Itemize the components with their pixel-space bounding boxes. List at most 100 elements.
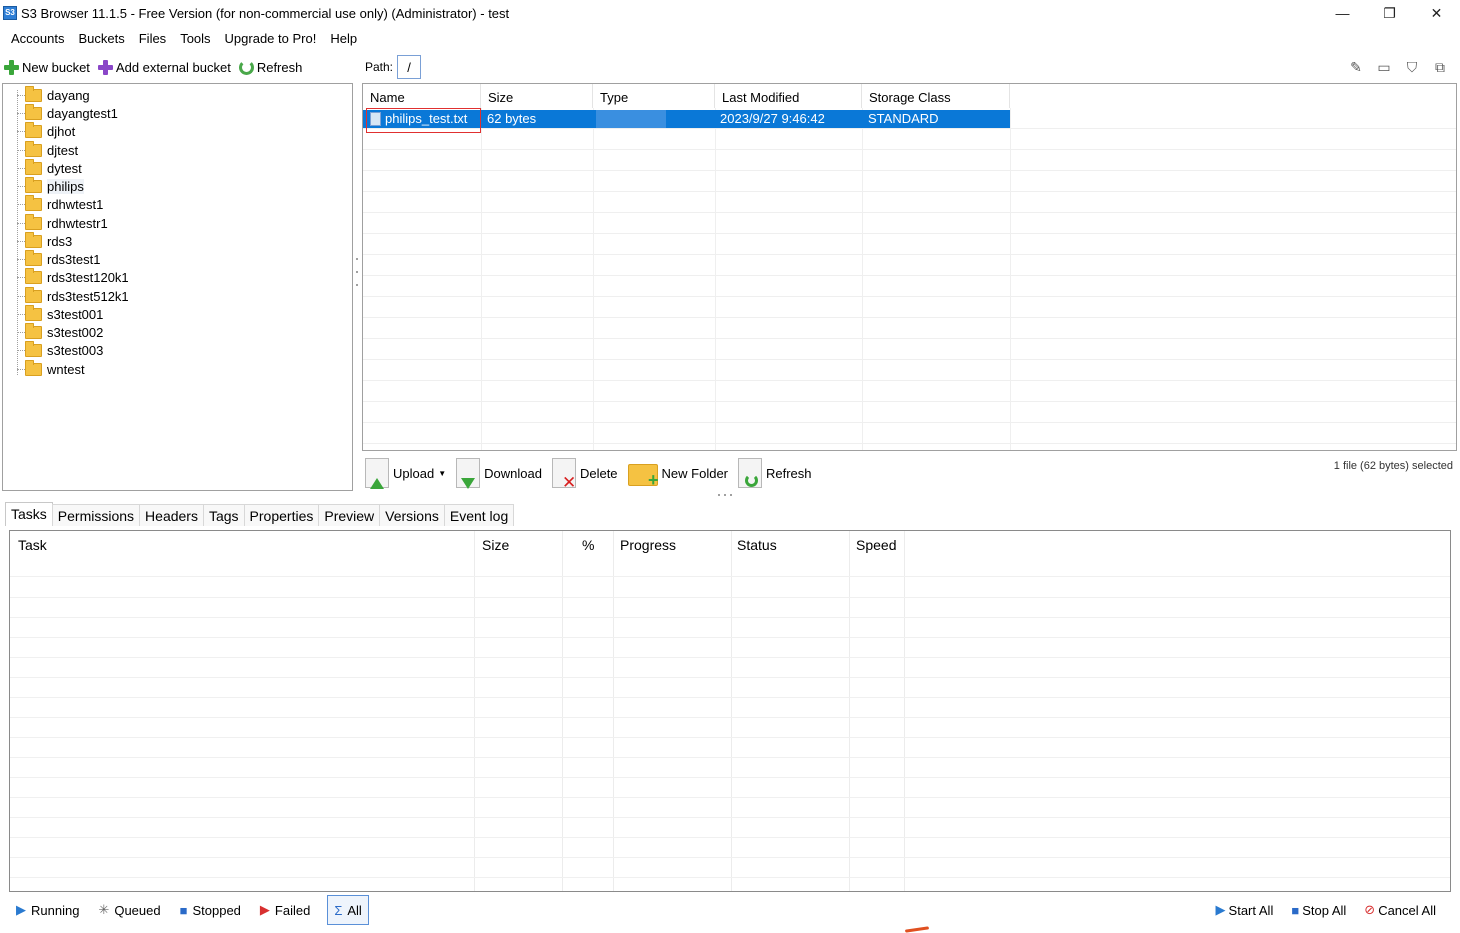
bucket-label: rdhwtestr1 (47, 215, 108, 231)
tab-permissions[interactable]: Permissions (51, 504, 141, 526)
tree-item-rdhwtestr1[interactable]: rdhwtestr1 (17, 213, 108, 232)
tree-item-dayang[interactable]: dayang (17, 85, 90, 104)
new-folder-button[interactable]: New Folder (627, 460, 728, 491)
folder-icon (25, 340, 42, 357)
new-folder-icon (627, 464, 659, 491)
filter-queued[interactable]: ✳ Queued (95, 895, 163, 925)
filter-all[interactable]: Σ All (327, 895, 369, 925)
tab-tags[interactable]: Tags (202, 504, 245, 526)
column-progress[interactable]: Progress (612, 531, 730, 557)
task-list: Task Size % Progress Status Speed (9, 530, 1451, 892)
column-last-modified[interactable]: Last Modified (715, 84, 862, 108)
tab-headers[interactable]: Headers (139, 504, 204, 526)
tree-item-s3test002[interactable]: s3test002 (17, 322, 103, 341)
folder-icon (25, 267, 42, 284)
tree-item-rds3[interactable]: rds3 (17, 231, 72, 250)
folder-icon (25, 85, 42, 102)
menu-tools[interactable]: Tools (173, 31, 217, 46)
menu-buckets[interactable]: Buckets (71, 31, 131, 46)
folder-icon (25, 103, 42, 120)
delete-button[interactable]: ✕ Delete (551, 458, 618, 491)
tree-item-djhot[interactable]: djhot (17, 121, 75, 140)
refresh-files-button[interactable]: Refresh (738, 458, 812, 488)
refresh-label: Refresh (256, 59, 303, 75)
upload-icon (365, 458, 389, 489)
highlight-box (366, 108, 481, 133)
bucket-label: philips (47, 178, 84, 194)
filter-failed[interactable]: ▶ Failed (257, 895, 313, 925)
window-title: S3 Browser 11.1.5 - Free Version (for no… (21, 5, 510, 21)
start-all-icon: ▶ (1215, 902, 1226, 917)
filter-stopped[interactable]: ■ Stopped (177, 895, 244, 925)
task-status-bar: ▶ Running ✳ Queued ■ Stopped ▶ Failed Σ … (0, 893, 1460, 927)
annotation-mark (904, 926, 930, 933)
filter-stopped-label: Stopped (192, 902, 241, 918)
column-task[interactable]: Task (10, 531, 474, 557)
menu-upgrade[interactable]: Upgrade to Pro! (218, 31, 324, 46)
column-status[interactable]: Status (729, 531, 848, 557)
refresh-buckets-button[interactable]: Refresh (238, 59, 303, 75)
tab-event-log[interactable]: Event log (443, 504, 515, 526)
column-type[interactable]: Type (593, 84, 715, 108)
start-all-button[interactable]: ▶ Start All (1216, 902, 1274, 918)
tree-item-s3test003[interactable]: s3test003 (17, 340, 103, 359)
folder-icon (25, 194, 42, 211)
folder-icon (25, 213, 42, 230)
stop-all-button[interactable]: ■ Stop All (1291, 903, 1346, 918)
column-size[interactable]: Size (481, 84, 593, 108)
path-input[interactable]: / (397, 55, 422, 79)
tree-item-dytest[interactable]: dytest (17, 158, 82, 177)
folder-icon (25, 231, 42, 248)
column-speed[interactable]: Speed (848, 531, 905, 557)
tree-item-wntest[interactable]: wntest (17, 359, 85, 378)
edit-icon[interactable]: ✎ (1346, 57, 1366, 77)
download-button[interactable]: Download (456, 458, 542, 489)
cancel-all-button[interactable]: ⊘ Cancel All (1364, 902, 1436, 918)
restore-button[interactable]: ❐ (1366, 0, 1413, 26)
add-external-bucket-button[interactable]: Add external bucket (97, 59, 231, 75)
column-name[interactable]: Name (363, 84, 481, 108)
path-bar: Path: / (365, 55, 422, 79)
tree-item-rds3test120k1[interactable]: rds3test120k1 (17, 267, 129, 286)
tree-item-rds3test1[interactable]: rds3test1 (17, 249, 100, 268)
tree-item-rdhwtest1[interactable]: rdhwtest1 (17, 194, 103, 213)
menu-files[interactable]: Files (132, 31, 173, 46)
minimize-button[interactable]: — (1319, 0, 1366, 26)
folder-icon (25, 304, 42, 321)
tab-properties[interactable]: Properties (243, 504, 320, 526)
play-icon: ▶ (16, 902, 26, 917)
window-icon[interactable]: ▭ (1374, 57, 1394, 77)
close-button[interactable]: ✕ (1413, 0, 1460, 26)
column-storage-class[interactable]: Storage Class (862, 84, 1010, 108)
folder-icon (25, 286, 42, 303)
detail-tabs: Tasks Permissions Headers Tags Propertie… (5, 502, 515, 526)
menu-accounts[interactable]: Accounts (4, 31, 71, 46)
filter-failed-label: Failed (274, 902, 311, 918)
new-bucket-button[interactable]: New bucket (4, 59, 90, 75)
tab-versions[interactable]: Versions (379, 504, 445, 526)
filter-icon[interactable]: ⛉ (1402, 57, 1422, 77)
tree-item-philips[interactable]: philips (17, 176, 84, 195)
copy-icon[interactable]: ⧉ (1430, 57, 1450, 77)
delete-icon: ✕ (551, 458, 576, 491)
plus-icon (4, 59, 19, 75)
tree-item-s3test001[interactable]: s3test001 (17, 304, 103, 323)
tree-item-djtest[interactable]: djtest (17, 140, 78, 159)
add-external-bucket-label: Add external bucket (115, 59, 231, 75)
tab-tasks[interactable]: Tasks (5, 502, 53, 526)
tab-preview[interactable]: Preview (318, 504, 381, 526)
file-list-header: Name Size Type Last Modified Storage Cla… (363, 84, 1456, 108)
folder-icon (25, 249, 42, 266)
bucket-toolbar: New bucket Add external bucket Refresh (0, 55, 310, 79)
dropdown-caret-icon[interactable]: ▼ (438, 469, 446, 478)
tree-item-rds3test512k1[interactable]: rds3test512k1 (17, 286, 129, 305)
upload-button[interactable]: Upload ▼ (365, 458, 446, 489)
horizontal-splitter[interactable] (718, 494, 736, 496)
filter-running-label: Running (31, 902, 80, 918)
tree-item-dayangtest1[interactable]: dayangtest1 (17, 103, 118, 122)
filter-running[interactable]: ▶ Running (13, 895, 82, 925)
vertical-splitter[interactable] (355, 258, 358, 286)
column-task-size[interactable]: Size (474, 531, 562, 557)
bucket-label: dayangtest1 (47, 105, 118, 121)
menu-help[interactable]: Help (323, 31, 364, 46)
